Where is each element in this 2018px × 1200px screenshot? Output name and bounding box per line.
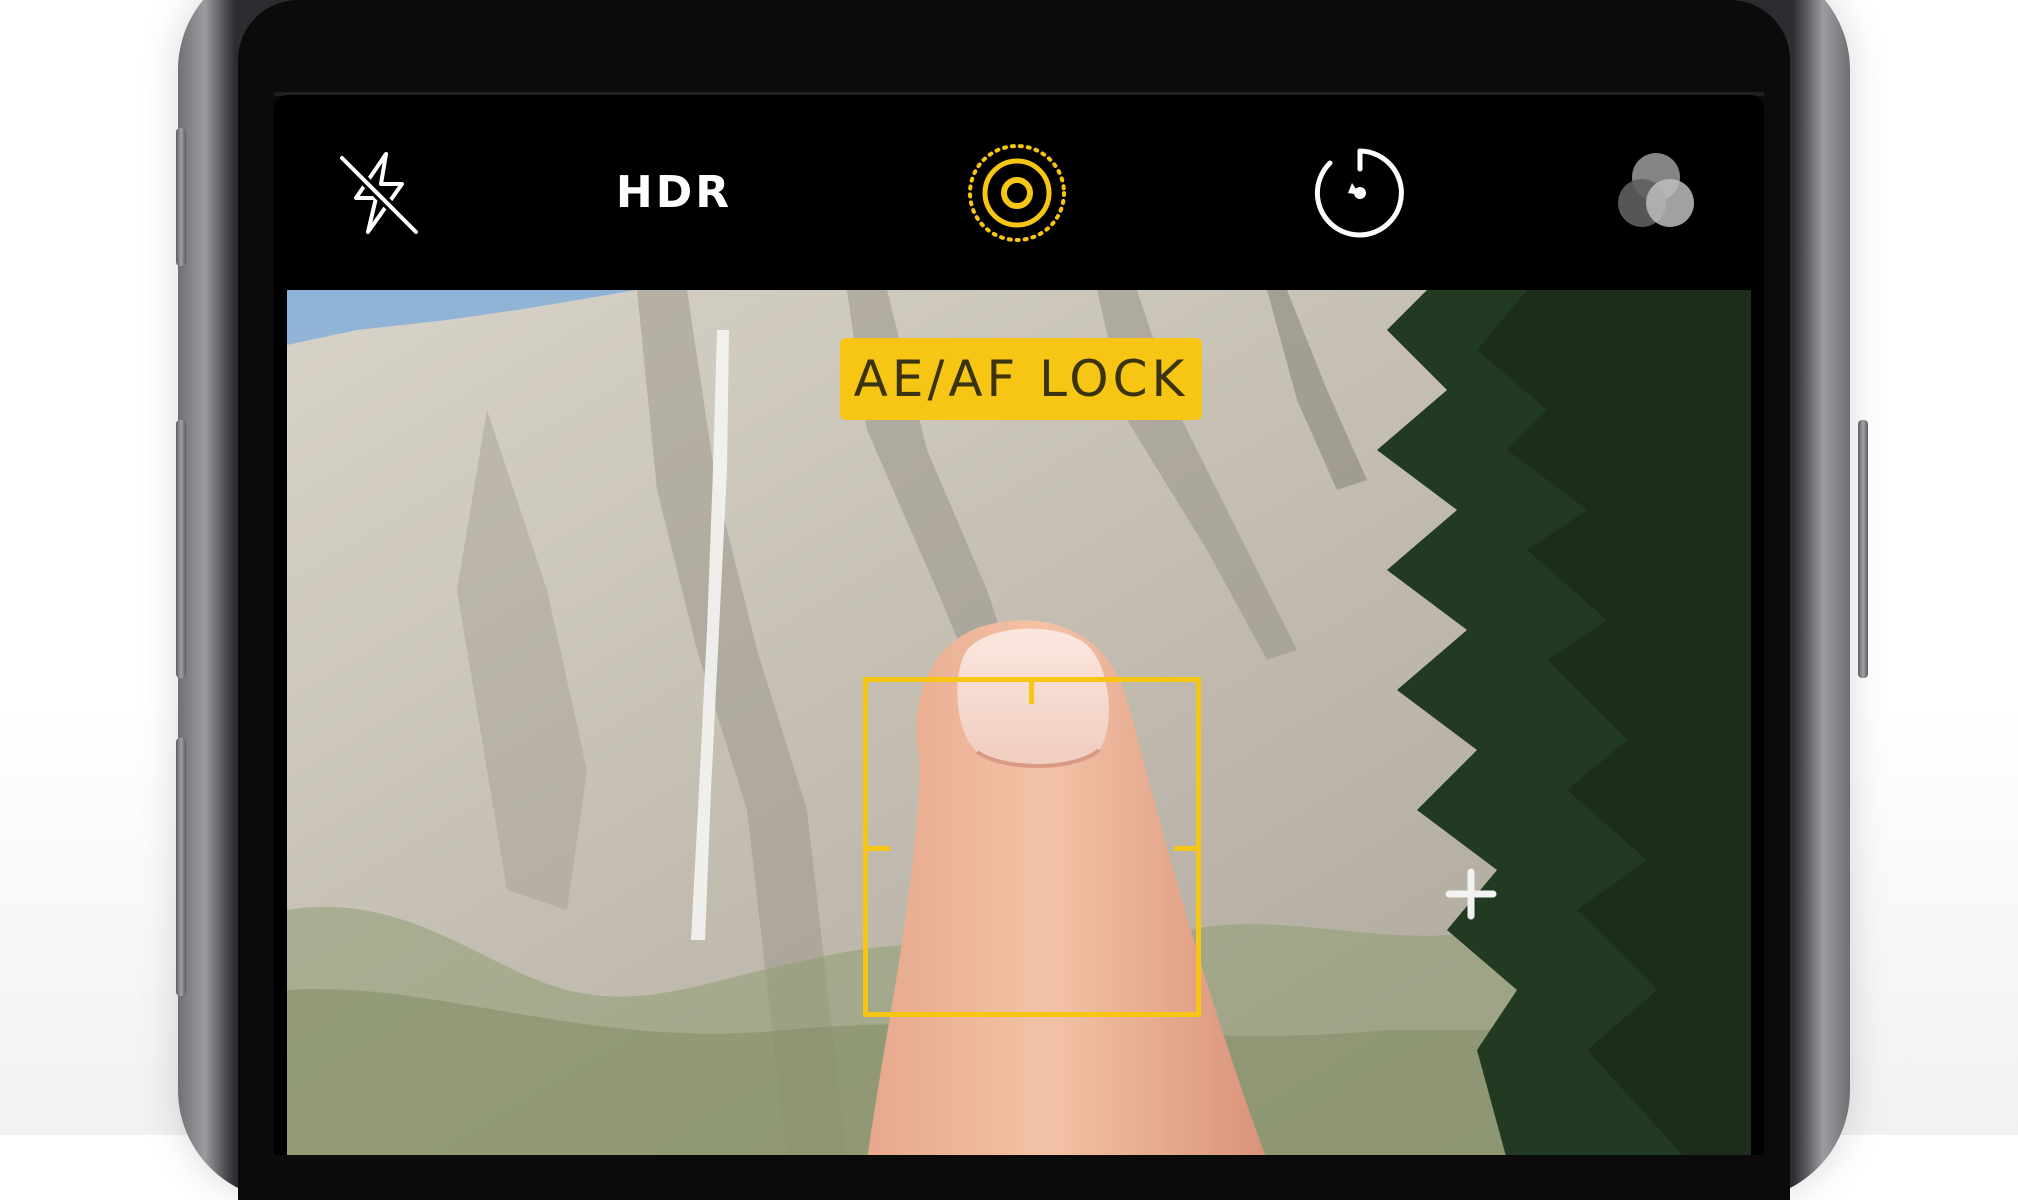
filters-icon <box>1618 152 1694 227</box>
live-photo-button[interactable] <box>957 95 1077 290</box>
power-button <box>1858 420 1868 678</box>
focus-box <box>863 677 1201 1017</box>
volume-up-button <box>176 420 186 678</box>
mute-switch <box>176 128 186 266</box>
focus-tick-top <box>1029 682 1034 704</box>
live-photo-icon <box>968 143 1066 242</box>
camera-viewfinder[interactable]: AE/AF LOCK <box>287 290 1751 1155</box>
focus-tick-left <box>868 846 890 851</box>
camera-screen: HDR AE/AF LOCK <box>274 95 1764 1155</box>
flash-button[interactable] <box>314 95 444 290</box>
volume-down-button <box>176 738 186 996</box>
filters-button[interactable] <box>1596 95 1716 290</box>
plus-crosshair-icon <box>1445 868 1497 920</box>
ae-af-lock-badge: AE/AF LOCK <box>840 338 1202 420</box>
timer-icon <box>1314 148 1404 237</box>
focus-tick-right <box>1174 846 1196 851</box>
flash-off-icon <box>338 151 420 236</box>
hdr-label: HDR <box>615 167 733 218</box>
camera-top-bar: HDR <box>274 95 1764 290</box>
ae-af-lock-label: AE/AF LOCK <box>853 350 1189 408</box>
timer-button[interactable] <box>1300 95 1420 290</box>
hdr-button[interactable]: HDR <box>604 95 744 290</box>
